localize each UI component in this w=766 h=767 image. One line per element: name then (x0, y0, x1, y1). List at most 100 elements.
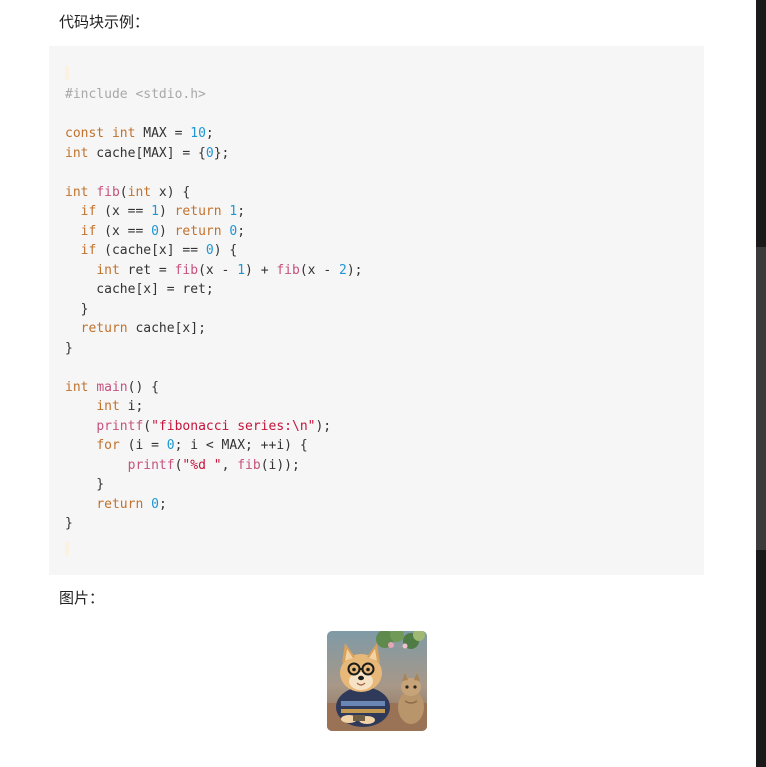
code-token-keyword: if (80, 204, 97, 219)
code-token-function: fib (96, 184, 120, 200)
code-token-text: cache[x] = ret; (65, 282, 214, 297)
code-token-text: ( (119, 184, 128, 200)
code-token-number: 2 (338, 262, 347, 278)
code-line: int main() { (65, 380, 159, 395)
code-token-number: 0 (205, 145, 214, 161)
dog-and-cat-photo (327, 631, 427, 731)
code-line: int ret = fib(x - 1) + fib(x - 2); (65, 263, 362, 278)
code-token-text: (x == (96, 204, 152, 219)
code-line: } (65, 516, 73, 531)
code-token-text: ) (158, 223, 175, 239)
code-token-keyword: int (65, 145, 89, 161)
code-token-keyword: int (65, 379, 89, 395)
code-token-text: ) (158, 204, 175, 219)
code-line: cache[x] = ret; (65, 282, 214, 297)
code-line: return 0; (65, 496, 167, 512)
code-line: } (65, 301, 89, 317)
code-line: if (x == 0) return 0; (65, 224, 245, 239)
code-token-text: ( (143, 418, 152, 434)
code-token-keyword: int (96, 399, 120, 414)
code-token-text: ; (158, 496, 167, 512)
code-token-text: (x - (198, 262, 238, 278)
code-token-keyword: for (96, 438, 120, 453)
code-block: #include <stdio.h> const int MAX = 10; i… (49, 46, 704, 575)
vertical-scrollbar[interactable] (756, 0, 766, 767)
code-content: #include <stdio.h> const int MAX = 10; i… (65, 85, 362, 534)
code-token-keyword: int (65, 184, 89, 200)
code-token-text: cache[MAX] = { (88, 145, 206, 161)
code-token-keyword: return (80, 321, 128, 336)
code-line: int cache[MAX] = {0}; (65, 146, 229, 161)
code-token-number: 0 (166, 438, 175, 453)
code-token-keyword: return (174, 204, 222, 219)
code-token-function: fib (174, 262, 199, 278)
code-token-function: fib (237, 457, 261, 473)
code-token-function: printf (96, 418, 144, 434)
code-token-keyword: int (96, 262, 120, 278)
code-token-keyword: int (127, 184, 152, 200)
code-token-text: cache[x]; (127, 321, 206, 336)
code-line: for (i = 0; i < MAX; ++i) { (65, 438, 307, 453)
code-token-string: "fibonacci series:\n" (151, 418, 316, 434)
code-line: printf("%d ", fib(i)); (65, 458, 300, 473)
code-token-text: i; (119, 399, 144, 414)
code-token-text: (i)); (260, 457, 300, 473)
code-token-keyword: if (80, 223, 97, 239)
code-line: int fib(int x) { (65, 185, 190, 200)
code-block-marker-bottom (65, 542, 69, 556)
code-token-keyword: if (80, 243, 97, 258)
code-line: if (cache[x] == 0) { (65, 243, 238, 258)
code-token-function: fib (276, 262, 300, 278)
code-token-text: MAX = (135, 126, 191, 141)
code-token-preprocessor: #include <stdio.h> (65, 87, 206, 102)
code-token-text: () { (127, 379, 159, 395)
code-line: printf("fibonacci series:\n"); (65, 419, 331, 434)
code-token-number: 0 (151, 496, 159, 512)
image-label: 图片： (59, 589, 105, 607)
code-token-text: ret = (119, 262, 175, 278)
code-line: int i; (65, 399, 143, 414)
code-token-function: printf (127, 457, 175, 473)
code-line: return cache[x]; (65, 321, 206, 336)
code-token-text: ); (315, 418, 332, 434)
code-token-text: ; (205, 126, 214, 141)
code-token-text: } (65, 477, 105, 492)
code-token-function: main (96, 379, 128, 395)
code-token-text: ) { (213, 243, 238, 258)
code-token-text: (x == (96, 223, 152, 239)
code-line: #include <stdio.h> (65, 87, 206, 102)
code-token-text: } (65, 301, 89, 317)
code-token-keyword: int (111, 126, 136, 141)
scrollbar-thumb[interactable] (756, 247, 766, 550)
code-token-keyword: return (96, 496, 144, 512)
code-token-text: , (221, 457, 238, 473)
code-token-text: } (65, 340, 73, 356)
code-token-text: x) { (151, 184, 191, 200)
code-line: } (65, 477, 104, 492)
code-token-text: (cache[x] == (96, 243, 206, 258)
code-token-string: "%d " (182, 457, 222, 473)
code-line: } (65, 341, 73, 356)
code-token-text: ; (237, 204, 246, 219)
code-token-number: 1 (151, 204, 159, 219)
code-token-keyword: return (174, 223, 222, 239)
code-token-text: } (65, 516, 73, 531)
document-content: 代码块示例： #include <stdio.h> const int MAX … (0, 0, 756, 767)
code-token-number: 1 (237, 262, 246, 278)
code-token-number: 10 (190, 126, 206, 141)
code-token-keyword: const (65, 126, 105, 141)
code-token-text: ) + (245, 262, 277, 278)
code-token-text: }; (213, 145, 230, 161)
code-token-number: 0 (151, 223, 159, 239)
code-token-text: (x - (299, 262, 339, 278)
